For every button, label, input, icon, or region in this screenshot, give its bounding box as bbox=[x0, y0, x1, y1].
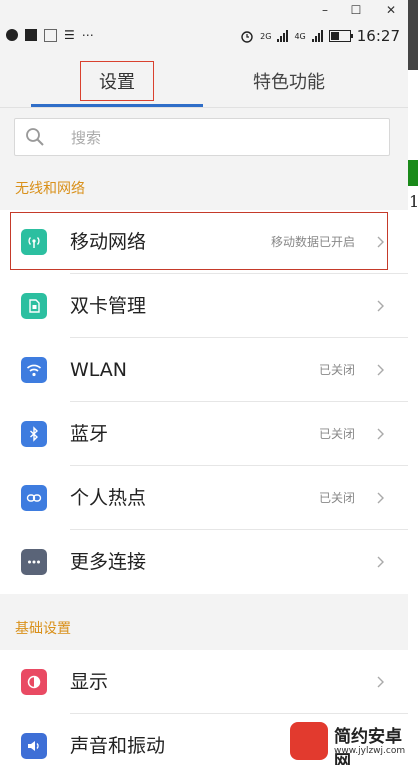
search-box[interactable] bbox=[14, 118, 390, 157]
network-type-2g: 2G bbox=[260, 31, 272, 41]
phone-screen: – ☐ ✕ ☰ ⋯ 2G 4G 16:27 设置 特色功能 搜索 无线和网络 移… bbox=[0, 0, 408, 765]
alarm-icon bbox=[241, 31, 253, 43]
list-item-status: 已关闭 bbox=[318, 363, 355, 377]
chevron-right-icon bbox=[377, 556, 384, 568]
list-item-more-connections[interactable]: 更多连接 bbox=[0, 530, 408, 594]
list-item-label: 双卡管理 bbox=[70, 295, 147, 317]
list-item-label: WLAN bbox=[70, 359, 128, 381]
signal-icon-2 bbox=[311, 30, 323, 42]
list-item-status: 已关闭 bbox=[318, 491, 355, 505]
list-item-label: 蓝牙 bbox=[70, 423, 109, 445]
list-item-label: 声音和振动 bbox=[70, 735, 166, 757]
search-icon bbox=[26, 128, 44, 146]
chevron-right-icon bbox=[377, 364, 384, 376]
network-type-4g: 4G bbox=[294, 31, 306, 41]
bluetooth-icon bbox=[21, 421, 47, 447]
antenna-icon bbox=[21, 229, 47, 255]
list-item-dual-sim[interactable]: 双卡管理 bbox=[0, 274, 408, 338]
list-item-display[interactable]: 显示 bbox=[0, 650, 408, 714]
section-header-basic: 基础设置 bbox=[15, 621, 71, 637]
globe-icon bbox=[6, 29, 18, 41]
minimize-button[interactable]: – bbox=[312, 0, 338, 20]
battery-icon bbox=[328, 30, 353, 42]
maximize-button[interactable]: ☐ bbox=[343, 0, 369, 20]
list-item-status: 移动数据已开启 bbox=[270, 235, 355, 249]
notification-icon bbox=[25, 29, 37, 41]
list-item-label: 个人热点 bbox=[70, 487, 147, 509]
chevron-right-icon bbox=[377, 428, 384, 440]
screen: – ☐ ✕ ☰ ⋯ 2G 4G 16:27 设置 特色功能 搜索 无线和网络 移… bbox=[0, 0, 418, 765]
chevron-right-icon bbox=[377, 236, 384, 248]
list-item-mobile-network[interactable]: 移动网络 移动数据已开启 bbox=[0, 210, 408, 274]
tab-bar: 设置 特色功能 bbox=[0, 56, 408, 108]
more-icon bbox=[21, 549, 47, 575]
close-button[interactable]: ✕ bbox=[378, 0, 404, 20]
clock: 16:27 bbox=[356, 27, 400, 45]
tab-features[interactable]: 特色功能 bbox=[203, 56, 375, 106]
watermark-url: www.jylzwj.com bbox=[334, 746, 406, 756]
message-icon: ☰ bbox=[64, 28, 75, 42]
tab-settings-label: 设置 bbox=[80, 61, 154, 101]
chevron-right-icon bbox=[377, 676, 384, 688]
display-icon bbox=[21, 669, 47, 695]
background-window-strip: 1 bbox=[408, 0, 418, 765]
section-header-wireless: 无线和网络 bbox=[15, 181, 85, 197]
more-notifications-icon: ⋯ bbox=[81, 28, 94, 42]
screenshot-icon bbox=[44, 28, 57, 42]
list-item-bluetooth[interactable]: 蓝牙 已关闭 bbox=[0, 402, 408, 466]
sound-icon bbox=[21, 733, 47, 759]
chevron-right-icon bbox=[377, 300, 384, 312]
list-item-label: 显示 bbox=[70, 671, 109, 693]
wifi-icon bbox=[21, 357, 47, 383]
android-logo-icon bbox=[290, 722, 328, 760]
wireless-list: 移动网络 移动数据已开启 双卡管理 WLAN 已关闭 蓝牙 已关闭 个人热点 已… bbox=[0, 210, 408, 594]
watermark-logo: 简约安卓网 www.jylzwj.com bbox=[290, 720, 418, 765]
section-gap bbox=[0, 594, 408, 606]
divider bbox=[0, 107, 408, 108]
list-item-label: 移动网络 bbox=[70, 231, 147, 253]
watermark-title: 简约安卓网 bbox=[334, 727, 402, 765]
sim-card-icon bbox=[21, 293, 47, 319]
chevron-right-icon bbox=[377, 492, 384, 504]
tab-settings[interactable]: 设置 bbox=[31, 56, 203, 106]
hotspot-icon bbox=[21, 485, 47, 511]
signal-icon-1 bbox=[277, 30, 289, 42]
window-titlebar: – ☐ ✕ bbox=[0, 0, 408, 20]
tab-features-label: 特色功能 bbox=[253, 72, 325, 93]
list-item-wlan[interactable]: WLAN 已关闭 bbox=[0, 338, 408, 402]
list-item-hotspot[interactable]: 个人热点 已关闭 bbox=[0, 466, 408, 530]
list-item-label: 更多连接 bbox=[70, 551, 147, 573]
search-input[interactable] bbox=[69, 119, 373, 157]
status-bar: ☰ ⋯ 2G 4G 16:27 bbox=[0, 24, 408, 50]
list-item-status: 已关闭 bbox=[318, 427, 355, 441]
background-text: 1 bbox=[409, 192, 418, 211]
